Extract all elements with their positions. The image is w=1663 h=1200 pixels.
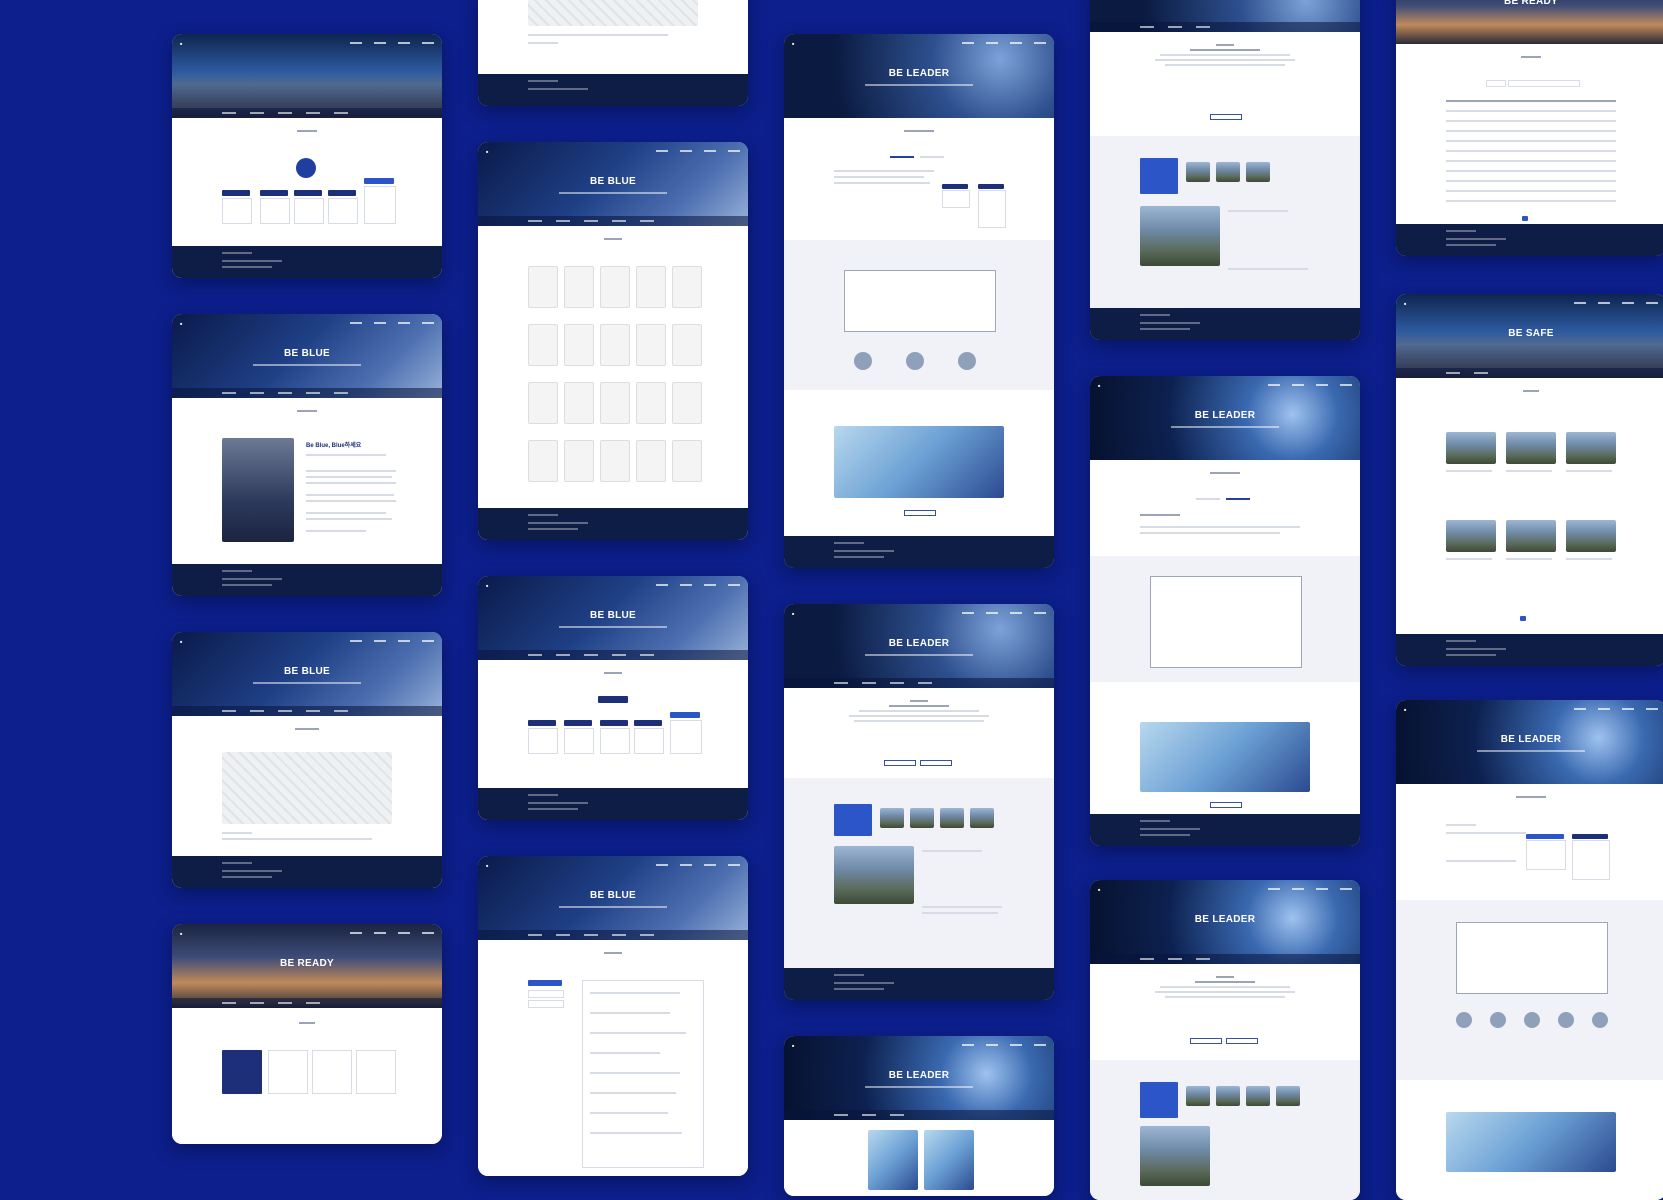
mockup-card-location: ■ BE BLUE (172, 632, 442, 888)
hero-banner: ■ BE READY (172, 924, 442, 1008)
pagination-current[interactable] (1522, 216, 1528, 221)
footer (172, 246, 442, 278)
hero-title: BE BLUE (590, 176, 636, 187)
hero-banner: ■ BE LEADER (784, 34, 1054, 118)
hero-banner: ■ BE BLUE (478, 856, 748, 940)
pagination-current[interactable] (1520, 616, 1526, 621)
hero-title: BE LEADER (888, 68, 950, 79)
mockup-card-certificates: ■ BE BLUE (478, 142, 748, 540)
project-photo (834, 846, 914, 904)
hero-banner (1090, 0, 1360, 32)
mockup-card-business-top (1090, 0, 1360, 340)
mockup-card-ceo: ■ BE BLUE Be Blue, Blue하세요 (172, 314, 442, 596)
hero-banner: ■ BE LEADER (1396, 700, 1663, 784)
hero-title: BE BLUE (284, 348, 330, 359)
hero-title: BE BLUE (590, 890, 636, 901)
business-tile[interactable] (356, 1050, 396, 1094)
hero-banner: ■ BE BLUE (478, 576, 748, 660)
history-tab[interactable] (528, 990, 564, 998)
scr-3d-model (834, 426, 1004, 498)
mockup-card-leader-tail: ■ BE LEADER (784, 1036, 1054, 1196)
mockup-card-business-detail: ■ BE LEADER (784, 604, 1054, 1000)
hero-title: BE READY (1503, 0, 1559, 7)
project-photo (1140, 206, 1220, 266)
hero-banner: ■ BE LEADER (1090, 376, 1360, 460)
hero-banner: ■ BE BLUE (172, 314, 442, 398)
hero-banner: ■ BE BLUE (478, 142, 748, 226)
org-logo-icon (296, 158, 316, 178)
mockup-card-history: ■ BE BLUE (478, 856, 748, 1176)
hero-title: BE SAFE (1508, 328, 1554, 339)
cems-system-diagram (1456, 922, 1608, 994)
hero-banner: ■ BE LEADER (1090, 880, 1360, 964)
hero-title: BE LEADER (1500, 734, 1562, 745)
hero-banner: ■ BE SAFE (1396, 294, 1663, 378)
hero-title: BE READY (279, 958, 335, 969)
ceo-heading: Be Blue, Blue하세요 (306, 443, 362, 449)
mockup-card-business: ■ BE READY (172, 924, 442, 1144)
mockup-card-map-tail (478, 0, 748, 106)
hero-banner: ■ BE LEADER (784, 1036, 1054, 1120)
business-tile-active[interactable] (222, 1050, 262, 1094)
location-map[interactable] (222, 752, 392, 824)
hero-title: BE LEADER (888, 638, 950, 649)
mockup-card-business-list: ■ BE LEADER (1090, 880, 1360, 1200)
history-tab-active[interactable] (528, 980, 562, 986)
business-tile[interactable] (312, 1050, 352, 1094)
mockup-card-scr-tech: ■ BE LEADER (784, 34, 1054, 568)
mockup-card-board: BE READY (1396, 0, 1663, 256)
hero-title: BE BLUE (284, 666, 330, 677)
hrsg-3d-model (1140, 722, 1310, 792)
mockup-card-org-chart: ■ (172, 34, 442, 278)
hero-banner: ■ BE BLUE (172, 632, 442, 716)
scr-system-diagram (844, 270, 996, 332)
hero-title: BE BLUE (590, 610, 636, 621)
mockup-card-gallery: ■ BE SAFE (1396, 294, 1663, 666)
mockup-card-cems: ■ BE LEADER (1396, 700, 1663, 1200)
business-tile[interactable] (268, 1050, 308, 1094)
mockup-card-org-chart-2: ■ BE BLUE (478, 576, 748, 820)
hrsg-system-diagram (1150, 576, 1302, 668)
history-tab[interactable] (528, 1000, 564, 1008)
mockup-card-hrsg: ■ BE LEADER (1090, 376, 1360, 846)
hero-title: BE LEADER (1194, 914, 1256, 925)
hero-title: BE LEADER (1194, 410, 1256, 421)
hero-banner: BE READY (1396, 0, 1663, 44)
cems-3d-model (1446, 1112, 1616, 1172)
site-logo: ■ (180, 40, 183, 46)
hero-title: BE LEADER (888, 1070, 950, 1081)
hero-banner: ■ (172, 34, 442, 118)
hero-banner: ■ BE LEADER (784, 604, 1054, 688)
ceo-photo (222, 438, 294, 542)
